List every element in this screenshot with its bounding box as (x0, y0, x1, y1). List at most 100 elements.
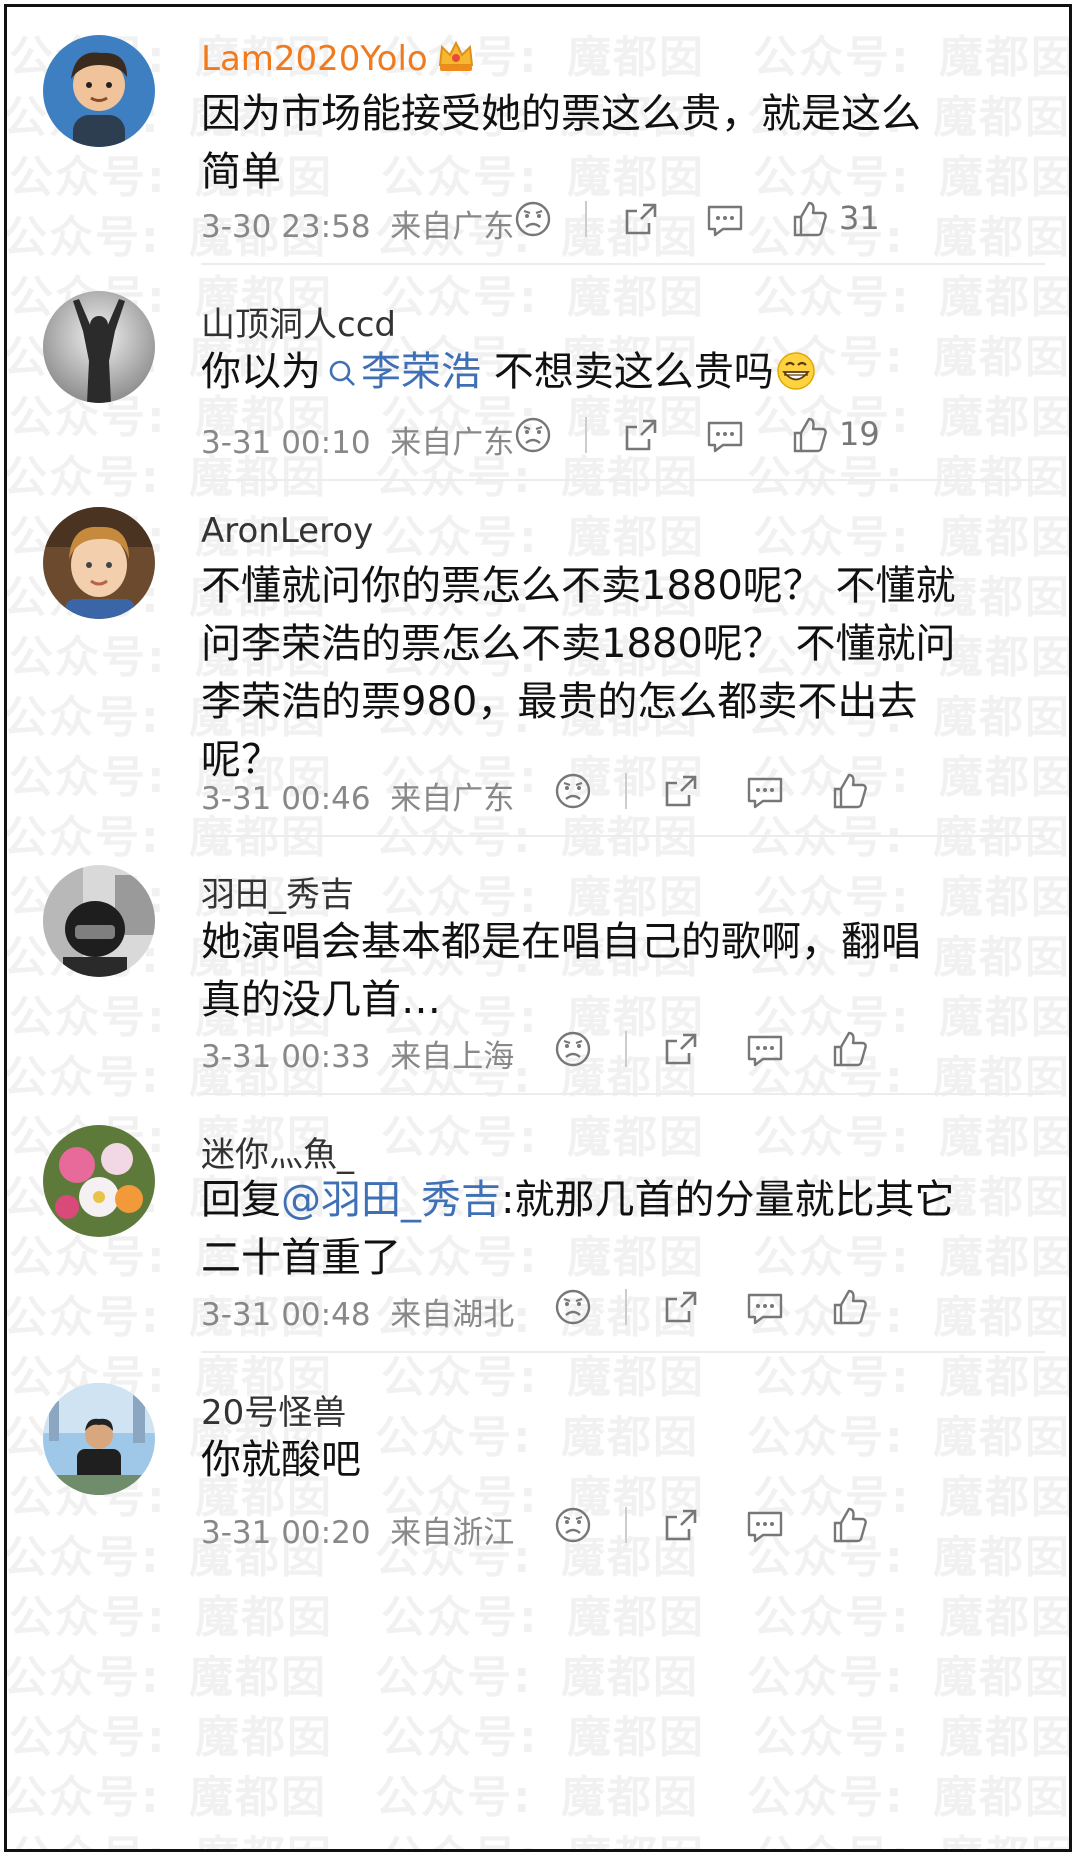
topic-link[interactable]: 李荣浩 (321, 349, 481, 395)
comment-meta: 3-30 23:58 来自广东 (201, 201, 514, 246)
watermark-text: 魔都囡 (189, 1652, 327, 1703)
comment-divider (201, 1351, 1045, 1353)
watermark-text: 公众号: (375, 1652, 533, 1703)
share-icon[interactable] (619, 413, 663, 457)
comment-time: 3-31 00:20 (201, 1515, 371, 1551)
watermark-text: 魔都囡 (567, 1821, 753, 1849)
watermark-text: 魔都囡 (567, 272, 705, 323)
watermark-text: 公众号: (753, 1821, 939, 1849)
thumbs-up-icon[interactable] (827, 1285, 871, 1329)
watermark-text: 公众号: (753, 1592, 911, 1643)
watermark-text: 公众号: (381, 1712, 539, 1763)
watermark-text: 公众号: (381, 1112, 539, 1163)
comment-bubble-icon[interactable] (703, 413, 747, 457)
username[interactable]: Lam2020Yolo (201, 39, 476, 82)
share-icon[interactable] (659, 1027, 703, 1071)
watermark-text: 魔都囡 (567, 32, 705, 83)
watermark-row: 公众号:魔都囡公众号:魔都囡公众号:魔都囡 (9, 21, 1069, 85)
sad-face-icon[interactable] (511, 197, 555, 241)
like-count: 31 (839, 199, 880, 237)
sad-face-icon[interactable] (551, 1503, 595, 1547)
comment-time: 3-31 00:46 (201, 781, 371, 817)
avatar[interactable] (43, 865, 155, 977)
comment-bubble-icon[interactable] (743, 1027, 787, 1071)
action-divider (625, 1031, 627, 1067)
comment-time: 3-31 00:33 (201, 1039, 371, 1075)
comment-text: 因为市场能接受她的票这么贵，就是这么 简单 (201, 85, 1041, 201)
comment-meta: 3-31 00:20 来自浙江 (201, 1507, 514, 1552)
watermark-row: 公众号:魔都囡公众号:魔都囡公众号:魔都囡 (9, 1821, 1069, 1849)
watermark-text: 公众号: (7, 692, 161, 743)
username[interactable]: 山顶洞人ccd (201, 297, 396, 346)
comment-text-part: 你以为 (201, 349, 321, 395)
watermark-text: 公众号: (7, 812, 161, 863)
avatar[interactable] (43, 291, 155, 403)
username[interactable]: AronLeroy (201, 511, 373, 551)
mention-link[interactable]: @羽田_秀吉 (281, 1177, 501, 1223)
watermark-text: 魔都囡 (195, 1821, 381, 1849)
watermark-text: 魔都囡 (933, 812, 1069, 863)
watermark-text: 魔都囡 (195, 1592, 333, 1643)
watermark-row: 公众号:魔都囡公众号:魔都囡公众号:魔都囡 (7, 1761, 1069, 1825)
watermark-text: 公众号: (381, 1821, 567, 1849)
thumbs-up-icon[interactable] (827, 1027, 871, 1071)
topic-link-text[interactable]: 李荣浩 (361, 349, 481, 395)
comment-text-part: :就那几首的分量就比其它 (501, 1177, 955, 1223)
watermark-text: 魔都囡 (933, 1052, 1069, 1103)
thumbs-up-icon[interactable] (827, 1503, 871, 1547)
comment-text: 不懂就问你的票怎么不卖1880呢？ 不懂就 问李荣浩的票怎么不卖1880呢？ 不… (201, 557, 1041, 789)
watermark-text: 魔都囡 (561, 1772, 699, 1823)
username[interactable]: 迷你灬魚_ (201, 1127, 354, 1176)
watermark-text: 公众号: (9, 1821, 195, 1849)
watermark-text: 魔都囡 (939, 1112, 1069, 1163)
watermark-text: 公众号: (747, 1652, 905, 1703)
watermark-text: 公众号: (7, 1772, 161, 1823)
sad-face-icon[interactable] (551, 1027, 595, 1071)
watermark-text: 公众号: (381, 1592, 539, 1643)
comment-bubble-icon[interactable] (743, 1503, 787, 1547)
comment-text-line: 简单 (201, 149, 281, 195)
sad-face-icon[interactable] (551, 1285, 595, 1329)
comment-meta: 3-31 00:10 来自广东 (201, 417, 514, 462)
comment-text-line: 她演唱会基本都是在唱自己的歌啊，翻唱 (201, 919, 921, 965)
watermark-text: 魔都囡 (933, 1532, 1069, 1583)
watermark-text: 公众号: (375, 1772, 533, 1823)
watermark-text: 魔都囡 (567, 1112, 705, 1163)
username-text[interactable]: Lam2020Yolo (201, 39, 428, 79)
watermark-text: 魔都囡 (933, 452, 1069, 503)
username[interactable]: 羽田_秀吉 (201, 867, 354, 916)
avatar[interactable] (43, 507, 155, 619)
avatar[interactable] (43, 35, 155, 147)
watermark-text: 公众号: (753, 32, 911, 83)
comment-divider (201, 1093, 1045, 1095)
sad-face-icon[interactable] (511, 413, 555, 457)
watermark-text: 魔都囡 (567, 1592, 705, 1643)
comment-bubble-icon[interactable] (703, 197, 747, 241)
username[interactable]: 20号怪兽 (201, 1385, 346, 1434)
watermark-text: 公众号: (381, 512, 539, 563)
watermark-text: 公众号: (9, 632, 167, 683)
watermark-text: 公众号: (9, 752, 167, 803)
watermark-text: 魔都囡 (939, 1712, 1069, 1763)
thumbs-up-icon[interactable] (787, 197, 831, 241)
watermark-text: 公众号: (9, 152, 167, 203)
action-divider (585, 417, 587, 453)
share-icon[interactable] (659, 1503, 703, 1547)
comment-divider (201, 263, 1045, 265)
watermark-text: 公众号: (753, 1712, 911, 1763)
avatar[interactable] (43, 1383, 155, 1495)
avatar[interactable] (43, 1125, 155, 1237)
thumbs-up-icon[interactable] (787, 413, 831, 457)
comment-text-line: 不懂就问你的票怎么不卖1880呢？ 不懂就 (201, 563, 956, 609)
comment-text-line: 真的没几首… (201, 977, 441, 1023)
comment-text-part: 不想卖这么贵吗 (481, 349, 774, 395)
comment-bubble-icon[interactable] (743, 1285, 787, 1329)
watermark-text: 魔都囡 (567, 512, 705, 563)
action-divider (625, 1289, 627, 1325)
watermark-text: 魔都囡 (933, 1292, 1069, 1343)
share-icon[interactable] (659, 1285, 703, 1329)
watermark-row: 公众号:魔都囡公众号:魔都囡公众号:魔都囡 (9, 1101, 1069, 1165)
share-icon[interactable] (619, 197, 663, 241)
watermark-row: 公众号:魔都囡公众号:魔都囡公众号:魔都囡 (9, 501, 1069, 565)
comment-text: 回复@羽田_秀吉:就那几首的分量就比其它 二十首重了 (201, 1171, 1041, 1287)
